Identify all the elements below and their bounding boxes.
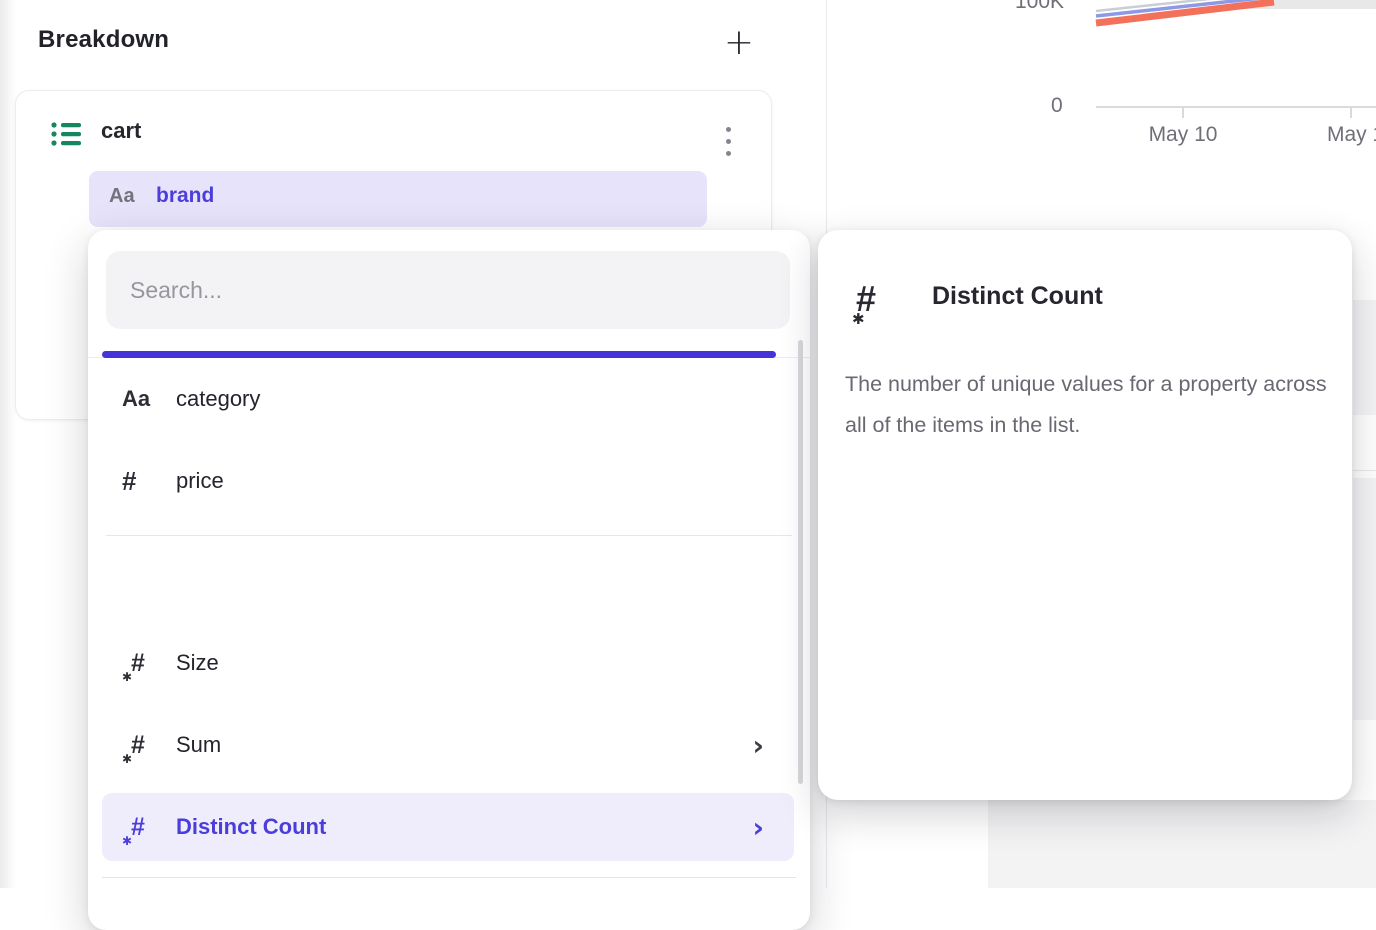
- y-axis-label-zero: 0: [1051, 94, 1063, 118]
- computed-number-icon: ✱#: [122, 622, 168, 704]
- left-edge-shadow: [0, 0, 16, 888]
- dropdown-item-category[interactable]: Aa category: [88, 358, 810, 440]
- selected-property-chip[interactable]: Aa brand: [89, 171, 707, 227]
- number-type-icon: #: [122, 440, 168, 522]
- chevron-right-icon: ›: [752, 704, 764, 786]
- list-property-icon: [51, 121, 83, 149]
- dropdown-item-label: price: [176, 440, 224, 522]
- dropdown-item-size[interactable]: ✱# Size: [88, 622, 810, 704]
- dropdown-item-label: Size: [176, 622, 219, 704]
- property-chip-label: brand: [156, 184, 214, 208]
- active-tab-indicator: [102, 351, 776, 358]
- computed-number-icon: ✱#: [856, 278, 906, 320]
- property-dropdown: Aa category # price Computed ✱# Size ✱# …: [88, 230, 810, 930]
- section-divider: [102, 877, 796, 878]
- y-axis-label-top: 100K: [1015, 0, 1064, 14]
- chevron-right-icon: ›: [752, 793, 764, 861]
- dropdown-item-distinct-count[interactable]: ✱# Distinct Count ›: [102, 793, 794, 861]
- page-title: Breakdown: [38, 26, 169, 54]
- table-row-divider: [1353, 470, 1376, 471]
- breakdown-header: Breakdown +: [38, 22, 778, 62]
- search-input[interactable]: [106, 251, 790, 329]
- table-row-band: [1353, 300, 1376, 415]
- dropdown-item-price[interactable]: # price: [88, 440, 810, 522]
- table-row-band: [1353, 478, 1376, 720]
- computed-number-icon: ✱#: [122, 793, 162, 861]
- text-type-icon: Aa: [109, 185, 135, 208]
- x-axis-label-may1x: May 1: [1327, 123, 1376, 147]
- group-label: cart: [101, 118, 141, 144]
- kebab-menu-button[interactable]: [721, 125, 737, 165]
- computed-number-icon: ✱#: [122, 704, 168, 786]
- line-chart-series: [827, 0, 1376, 160]
- tooltip-description: The number of unique values for a proper…: [845, 364, 1335, 446]
- tooltip-title: Distinct Count: [932, 282, 1103, 311]
- table-area-background: [988, 800, 1376, 888]
- dropdown-item-label: category: [176, 358, 260, 440]
- section-divider: [106, 535, 792, 536]
- dropdown-item-sum[interactable]: ✱# Sum ›: [88, 704, 810, 786]
- dropdown-item-label: Sum: [176, 704, 221, 786]
- x-axis-label-may10: May 10: [1146, 123, 1220, 147]
- scrollbar-thumb[interactable]: [798, 340, 803, 784]
- breakdown-group-row[interactable]: cart: [16, 109, 771, 165]
- add-breakdown-button[interactable]: +: [718, 22, 760, 64]
- text-type-icon: Aa: [122, 358, 168, 440]
- dropdown-item-label: Distinct Count: [176, 793, 326, 861]
- distinct-count-tooltip: ✱# Distinct Count The number of unique v…: [818, 230, 1352, 800]
